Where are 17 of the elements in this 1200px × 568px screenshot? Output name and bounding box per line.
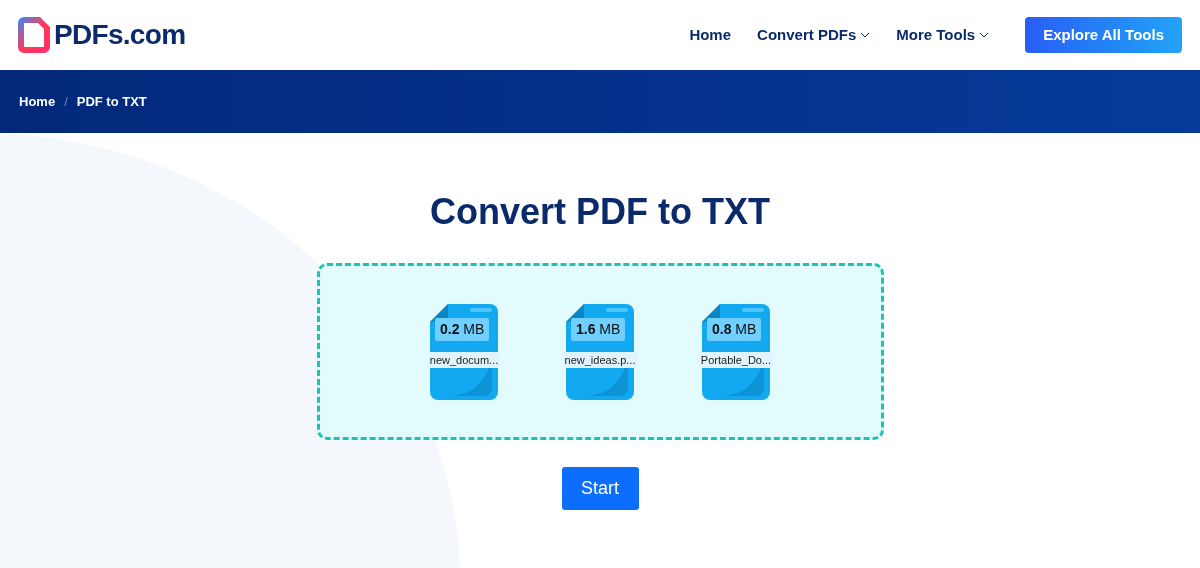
start-button[interactable]: Start: [561, 467, 639, 510]
breadcrumb-link[interactable]: Home: [19, 91, 56, 112]
explore-button[interactable]: Explore All Tools: [1025, 17, 1182, 53]
chevron-down-icon: [979, 32, 990, 38]
nav-link[interactable]: Home: [689, 23, 732, 47]
nav-link[interactable]: More Tools: [896, 23, 990, 47]
drop-zone[interactable]: 0.2 MB new_docum... 1.6 MB new_ideas.p... 0.8 MB Portable_Do...: [316, 263, 884, 440]
file-size: 0.2 MB: [435, 317, 490, 341]
file-size: 0.8 MB: [707, 317, 762, 341]
chevron-down-icon: [860, 32, 871, 38]
breadcrumb-link[interactable]: PDF to TXT: [76, 91, 147, 112]
page-title: Convert PDF to TXT: [430, 190, 770, 234]
file-size: 1.6 MB: [571, 317, 626, 341]
breadcrumb-separator: /: [64, 92, 68, 111]
logo-text[interactable]: PDFs.com: [54, 14, 186, 56]
nav-link[interactable]: Convert PDFs: [757, 23, 871, 47]
logo-icon: [18, 17, 50, 53]
